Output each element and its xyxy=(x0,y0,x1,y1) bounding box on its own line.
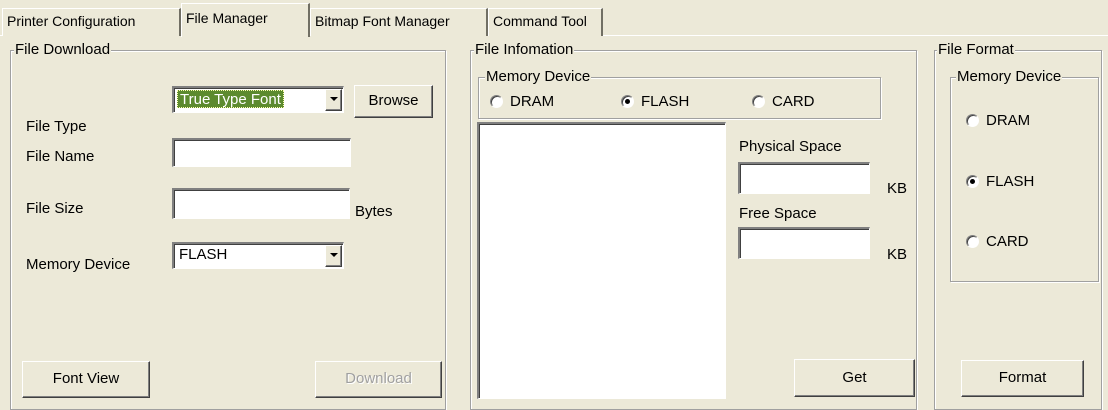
free-space-label: Free Space xyxy=(739,205,817,222)
tab-printer-configuration[interactable]: Printer Configuration xyxy=(2,8,181,36)
info-memory-device-legend: Memory Device xyxy=(485,68,592,86)
format-memory-device-legend: Memory Device xyxy=(956,68,1063,86)
file-name-label: File Name xyxy=(26,148,95,165)
format-radio-card[interactable]: CARD xyxy=(966,233,1076,251)
file-size-label: File Size xyxy=(26,200,84,217)
format-button[interactable]: Format xyxy=(961,360,1084,397)
memory-device-label: Memory Device xyxy=(26,256,131,273)
download-button[interactable]: Download xyxy=(315,361,442,398)
tab-bitmap-font-manager[interactable]: Bitmap Font Manager xyxy=(310,8,488,36)
info-radio-dram[interactable]: DRAM xyxy=(490,93,570,111)
physical-space-label: Physical Space xyxy=(739,138,842,155)
free-space-field[interactable] xyxy=(738,227,870,259)
file-list[interactable] xyxy=(477,122,726,399)
memory-device-value: FLASH xyxy=(179,246,228,263)
bytes-unit-label: Bytes xyxy=(355,203,393,220)
file-format-legend: File Format xyxy=(937,41,1015,59)
file-information-legend: File Infomation xyxy=(474,41,575,59)
file-download-legend: File Download xyxy=(14,41,112,59)
get-button[interactable]: Get xyxy=(794,359,915,397)
info-radio-flash[interactable]: FLASH xyxy=(621,93,711,111)
file-type-label: File Type xyxy=(26,118,87,135)
font-view-button[interactable]: Font View xyxy=(22,361,150,398)
format-radio-dram[interactable]: DRAM xyxy=(966,112,1076,130)
radio-indicator xyxy=(966,114,979,127)
radio-indicator xyxy=(752,95,765,108)
radio-indicator xyxy=(621,95,634,108)
free-space-unit: KB xyxy=(887,246,908,263)
physical-space-field[interactable] xyxy=(738,162,870,194)
tab-file-manager[interactable]: File Manager xyxy=(181,3,310,37)
memory-device-select[interactable]: FLASH xyxy=(172,242,344,269)
file-type-value: True Type Font xyxy=(177,90,284,108)
file-size-field[interactable] xyxy=(172,188,350,219)
tab-bar: Printer Configuration File Manager Bitma… xyxy=(0,0,1108,37)
radio-indicator xyxy=(966,235,979,248)
chevron-down-icon[interactable] xyxy=(325,89,342,111)
browse-button[interactable]: Browse xyxy=(354,85,433,118)
file-type-select[interactable]: True Type Font xyxy=(172,86,344,113)
tab-command-tool[interactable]: Command Tool xyxy=(488,8,603,36)
info-radio-card[interactable]: CARD xyxy=(752,93,832,111)
radio-indicator xyxy=(490,95,503,108)
file-name-field[interactable] xyxy=(172,138,351,167)
format-radio-flash[interactable]: FLASH xyxy=(966,173,1076,191)
chevron-down-icon[interactable] xyxy=(325,245,342,267)
radio-indicator xyxy=(966,175,979,188)
physical-space-unit: KB xyxy=(887,180,908,197)
